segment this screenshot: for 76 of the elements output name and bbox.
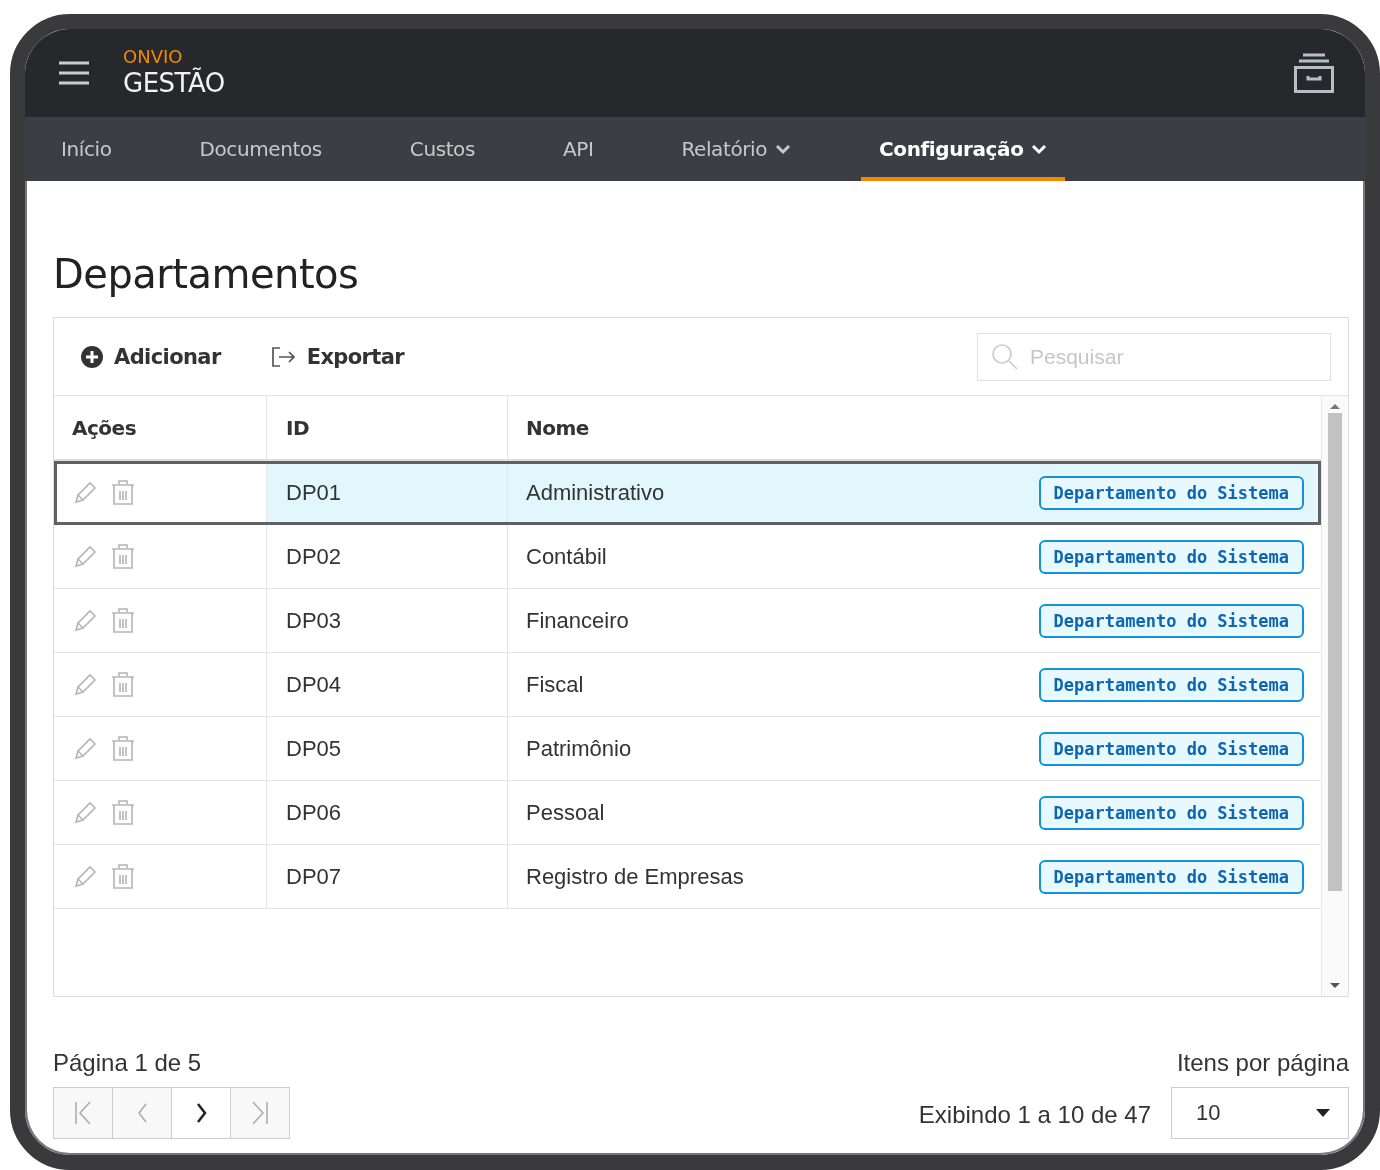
trash-icon[interactable] — [110, 734, 136, 763]
per-page-select[interactable]: 10 — [1171, 1087, 1349, 1139]
trash-icon[interactable] — [110, 862, 136, 891]
table-cell: DP05 — [286, 735, 342, 762]
export-icon — [270, 344, 297, 369]
nav-tab[interactable]: Relatório — [663, 117, 810, 181]
nav-tab[interactable]: Início — [43, 117, 130, 181]
table-row[interactable]: DP07 Registro de Empresas Departamento do Sistema — [54, 845, 1321, 909]
table-cell: Registro de Empresas — [526, 863, 744, 890]
page-info: Página 1 de 5 — [53, 1049, 203, 1077]
caret-icon — [1316, 1109, 1330, 1117]
table-cell: DP07 — [286, 863, 342, 890]
scrollbar[interactable] — [1321, 396, 1348, 996]
next-icon — [195, 1103, 207, 1123]
column-header[interactable]: ID — [286, 415, 310, 440]
pencil-icon[interactable] — [72, 863, 98, 890]
product-name: GESTÃO — [123, 67, 225, 99]
scroll-up-icon[interactable] — [1330, 402, 1340, 410]
table-cell: DP01 — [286, 479, 342, 506]
scroll-down-icon[interactable] — [1330, 982, 1340, 990]
table-cell: Financeiro — [526, 607, 629, 634]
system-tag: Departamento do Sistema — [1038, 795, 1304, 830]
table-row[interactable]: DP02 Contábil Departamento do Sistema — [54, 525, 1321, 589]
search-field[interactable]: Pesquisar — [977, 332, 1331, 381]
trash-icon[interactable] — [110, 542, 136, 571]
last-page-icon — [252, 1101, 268, 1125]
archive-icon[interactable] — [1293, 52, 1335, 94]
table-cell: Patrimônio — [526, 735, 632, 762]
trash-icon[interactable] — [110, 798, 136, 827]
column-header[interactable]: Nome — [526, 415, 589, 440]
system-tag: Departamento do Sistema — [1038, 859, 1304, 894]
table-cell: DP03 — [286, 607, 342, 634]
nav-tab[interactable]: Configuração — [861, 117, 1066, 181]
table-cell: DP04 — [286, 671, 342, 698]
table-cell: DP06 — [286, 799, 342, 826]
system-tag: Departamento do Sistema — [1038, 667, 1304, 702]
system-tag: Departamento do Sistema — [1038, 731, 1304, 766]
previous-icon — [136, 1103, 148, 1123]
system-tag: Departamento do Sistema — [1038, 603, 1304, 638]
add-button[interactable]: Adicionar — [80, 344, 221, 369]
pencil-icon[interactable] — [72, 735, 98, 762]
pencil-icon[interactable] — [72, 799, 98, 826]
pencil-icon[interactable] — [72, 607, 98, 634]
table-row[interactable]: DP03 Financeiro Departamento do Sistema — [54, 589, 1321, 653]
page-title: Departamentos — [53, 251, 360, 297]
table-row[interactable]: DP04 Fiscal Departamento do Sistema — [54, 653, 1321, 717]
first-page-icon — [75, 1101, 91, 1125]
export-button[interactable]: Exportar — [270, 344, 405, 369]
table-row[interactable]: DP06 Pessoal Departamento do Sistema — [54, 781, 1321, 845]
table-cell: Pessoal — [526, 799, 605, 826]
nav-tab[interactable]: Custos — [391, 117, 493, 181]
trash-icon[interactable] — [110, 606, 136, 635]
chevron-down-icon — [775, 143, 792, 155]
system-tag: Departamento do Sistema — [1038, 539, 1304, 574]
trash-icon[interactable] — [110, 670, 136, 699]
table-cell: DP02 — [286, 543, 342, 570]
system-tag: Departamento do Sistema — [1038, 475, 1304, 510]
table-cell: Contábil — [526, 543, 607, 570]
menu-icon[interactable] — [59, 60, 89, 86]
brand-name: ONVIO — [123, 47, 184, 67]
pager-button[interactable] — [171, 1087, 231, 1139]
table-cell: Fiscal — [526, 671, 584, 698]
table-row[interactable]: DP05 Patrimônio Departamento do Sistema — [54, 717, 1321, 781]
table-cell: Administrativo — [526, 479, 665, 506]
trash-icon[interactable] — [110, 478, 136, 507]
per-page-label: Itens por página — [1176, 1049, 1349, 1077]
pencil-icon[interactable] — [72, 543, 98, 570]
pencil-icon[interactable] — [72, 671, 98, 698]
plus-circle-icon — [80, 344, 104, 369]
pencil-icon[interactable] — [72, 479, 98, 506]
nav-tab[interactable]: Documentos — [181, 117, 340, 181]
chevron-down-icon — [1031, 143, 1048, 155]
nav-tab[interactable]: API — [545, 117, 612, 181]
column-header[interactable]: Ações — [72, 415, 137, 440]
range-text: Exibindo 1 a 10 de 47 — [918, 1101, 1151, 1129]
search-icon — [991, 342, 1019, 371]
